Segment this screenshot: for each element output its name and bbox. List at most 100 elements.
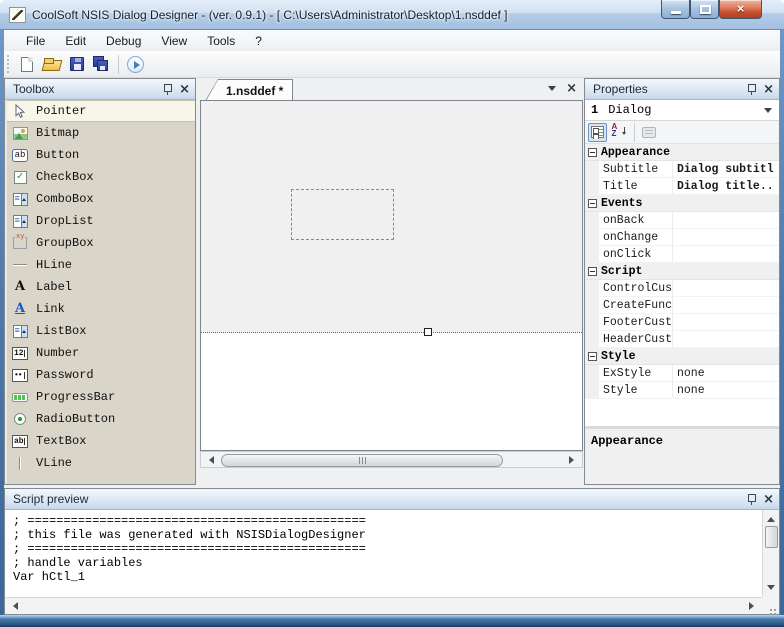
- close-icon[interactable]: ×: [763, 83, 774, 96]
- property-value[interactable]: [673, 246, 779, 262]
- scrollbar-thumb[interactable]: [221, 454, 503, 467]
- save-button[interactable]: [65, 53, 88, 76]
- minimize-button[interactable]: [661, 0, 690, 19]
- close-icon: ×: [720, 1, 761, 16]
- toolbox-item-vline[interactable]: VLine: [7, 452, 195, 474]
- toolbox-item-link[interactable]: A Link: [7, 298, 195, 320]
- run-icon: [127, 56, 144, 73]
- scroll-right-icon[interactable]: [745, 599, 762, 614]
- toolbox-item-droplist[interactable]: ≡ DropList: [7, 210, 195, 232]
- collapse-icon[interactable]: [588, 199, 597, 208]
- close-button[interactable]: ×: [719, 0, 762, 19]
- property-value[interactable]: none: [673, 365, 779, 381]
- canvas-horizontal-scrollbar[interactable]: [200, 451, 583, 468]
- pin-icon[interactable]: [746, 493, 757, 506]
- dialog-design-surface[interactable]: [201, 101, 582, 332]
- scroll-down-icon[interactable]: [763, 582, 780, 597]
- toolbox-item-pointer[interactable]: Pointer: [7, 100, 195, 122]
- menu-help[interactable]: ?: [245, 31, 272, 51]
- category-row[interactable]: Appearance: [585, 144, 779, 161]
- toolbox-item-label[interactable]: A Label: [7, 276, 195, 298]
- toolbox-item-radiobutton[interactable]: RadioButton: [7, 408, 195, 430]
- toolbox-item-listbox[interactable]: ≡ ListBox: [7, 320, 195, 342]
- tab-close-icon[interactable]: ×: [566, 82, 577, 95]
- scrollbar-thumb[interactable]: [765, 526, 778, 548]
- category-row[interactable]: Script: [585, 263, 779, 280]
- groupbox-icon: [13, 237, 27, 249]
- save-all-button[interactable]: [90, 53, 113, 76]
- property-value[interactable]: none: [673, 382, 779, 398]
- titlebar[interactable]: CoolSoft NSIS Dialog Designer - (ver. 0.…: [0, 0, 784, 30]
- design-canvas[interactable]: [200, 100, 583, 451]
- selected-control-outline[interactable]: [291, 189, 394, 240]
- collapse-icon[interactable]: [588, 267, 597, 276]
- property-value[interactable]: [673, 297, 779, 313]
- category-row[interactable]: Events: [585, 195, 779, 212]
- collapse-icon[interactable]: [588, 148, 597, 157]
- run-button[interactable]: [124, 53, 147, 76]
- property-value[interactable]: Dialog subtitl: [673, 161, 779, 177]
- property-row[interactable]: HeaderCustom: [585, 331, 779, 348]
- toolbox-item-password[interactable]: •• Password: [7, 364, 195, 386]
- scroll-left-icon[interactable]: [5, 599, 22, 614]
- resize-handle[interactable]: [424, 328, 432, 336]
- property-row[interactable]: ExStyle none: [585, 365, 779, 382]
- toolbox-item-progressbar[interactable]: ProgressBar: [7, 386, 195, 408]
- category-label: Style: [601, 348, 636, 364]
- property-row[interactable]: Title Dialog title..: [585, 178, 779, 195]
- script-horizontal-scrollbar[interactable]: [5, 597, 762, 614]
- toolbox-item-button[interactable]: ab Button: [7, 144, 195, 166]
- property-value[interactable]: [673, 280, 779, 296]
- property-row[interactable]: CreateFuncti: [585, 297, 779, 314]
- maximize-button[interactable]: [690, 0, 719, 19]
- toolbar-grip[interactable]: [7, 55, 10, 73]
- close-icon[interactable]: ×: [179, 83, 190, 96]
- property-value[interactable]: [673, 331, 779, 347]
- scroll-right-icon[interactable]: [565, 452, 582, 467]
- menu-view[interactable]: View: [151, 31, 197, 51]
- property-row[interactable]: Subtitle Dialog subtitl: [585, 161, 779, 178]
- property-row[interactable]: FooterCustom: [585, 314, 779, 331]
- object-selector[interactable]: 1 Dialog: [585, 100, 779, 121]
- new-file-button[interactable]: [15, 53, 38, 76]
- property-name: onClick: [599, 246, 673, 262]
- tab-list-dropdown-icon[interactable]: [548, 86, 556, 95]
- open-file-button[interactable]: [40, 53, 63, 76]
- script-code-area[interactable]: ; ======================================…: [5, 510, 762, 597]
- property-value[interactable]: [673, 314, 779, 330]
- pin-icon[interactable]: [746, 83, 757, 96]
- toolbox-item-bitmap[interactable]: Bitmap: [7, 122, 195, 144]
- categorized-button[interactable]: [588, 123, 607, 142]
- toolbox-item-number[interactable]: 12 Number: [7, 342, 195, 364]
- alphabetical-button[interactable]: [609, 123, 628, 142]
- toolbox-item-checkbox[interactable]: ✓ CheckBox: [7, 166, 195, 188]
- menu-file[interactable]: File: [16, 31, 55, 51]
- property-row[interactable]: onBack: [585, 212, 779, 229]
- property-row[interactable]: onClick: [585, 246, 779, 263]
- toolbox-item-hline[interactable]: HLine: [7, 254, 195, 276]
- toolbox-item-textbox[interactable]: ab TextBox: [7, 430, 195, 452]
- toolbox-item-groupbox[interactable]: GroupBox: [7, 232, 195, 254]
- close-icon[interactable]: ×: [763, 493, 774, 506]
- category-row[interactable]: Style: [585, 348, 779, 365]
- collapse-icon[interactable]: [588, 352, 597, 361]
- resize-grip-icon[interactable]: [762, 597, 779, 614]
- pin-icon[interactable]: [162, 83, 173, 96]
- document-tab[interactable]: 1.nsddef *: [205, 79, 293, 101]
- scroll-up-icon[interactable]: [763, 510, 780, 525]
- menu-tools[interactable]: Tools: [197, 31, 245, 51]
- property-row[interactable]: ControlCusto: [585, 280, 779, 297]
- menu-edit[interactable]: Edit: [55, 31, 96, 51]
- property-value[interactable]: [673, 212, 779, 228]
- property-row[interactable]: onChange: [585, 229, 779, 246]
- toolbox-item-label: GroupBox: [36, 236, 94, 250]
- combobox-icon: ≡: [13, 193, 28, 206]
- toolbox-item-combobox[interactable]: ≡ ComboBox: [7, 188, 195, 210]
- property-row[interactable]: Style none: [585, 382, 779, 399]
- menu-debug[interactable]: Debug: [96, 31, 151, 51]
- property-value[interactable]: Dialog title..: [673, 178, 779, 194]
- property-pages-button[interactable]: [639, 123, 658, 142]
- scroll-left-icon[interactable]: [201, 452, 218, 467]
- property-value[interactable]: [673, 229, 779, 245]
- script-vertical-scrollbar[interactable]: [762, 510, 779, 597]
